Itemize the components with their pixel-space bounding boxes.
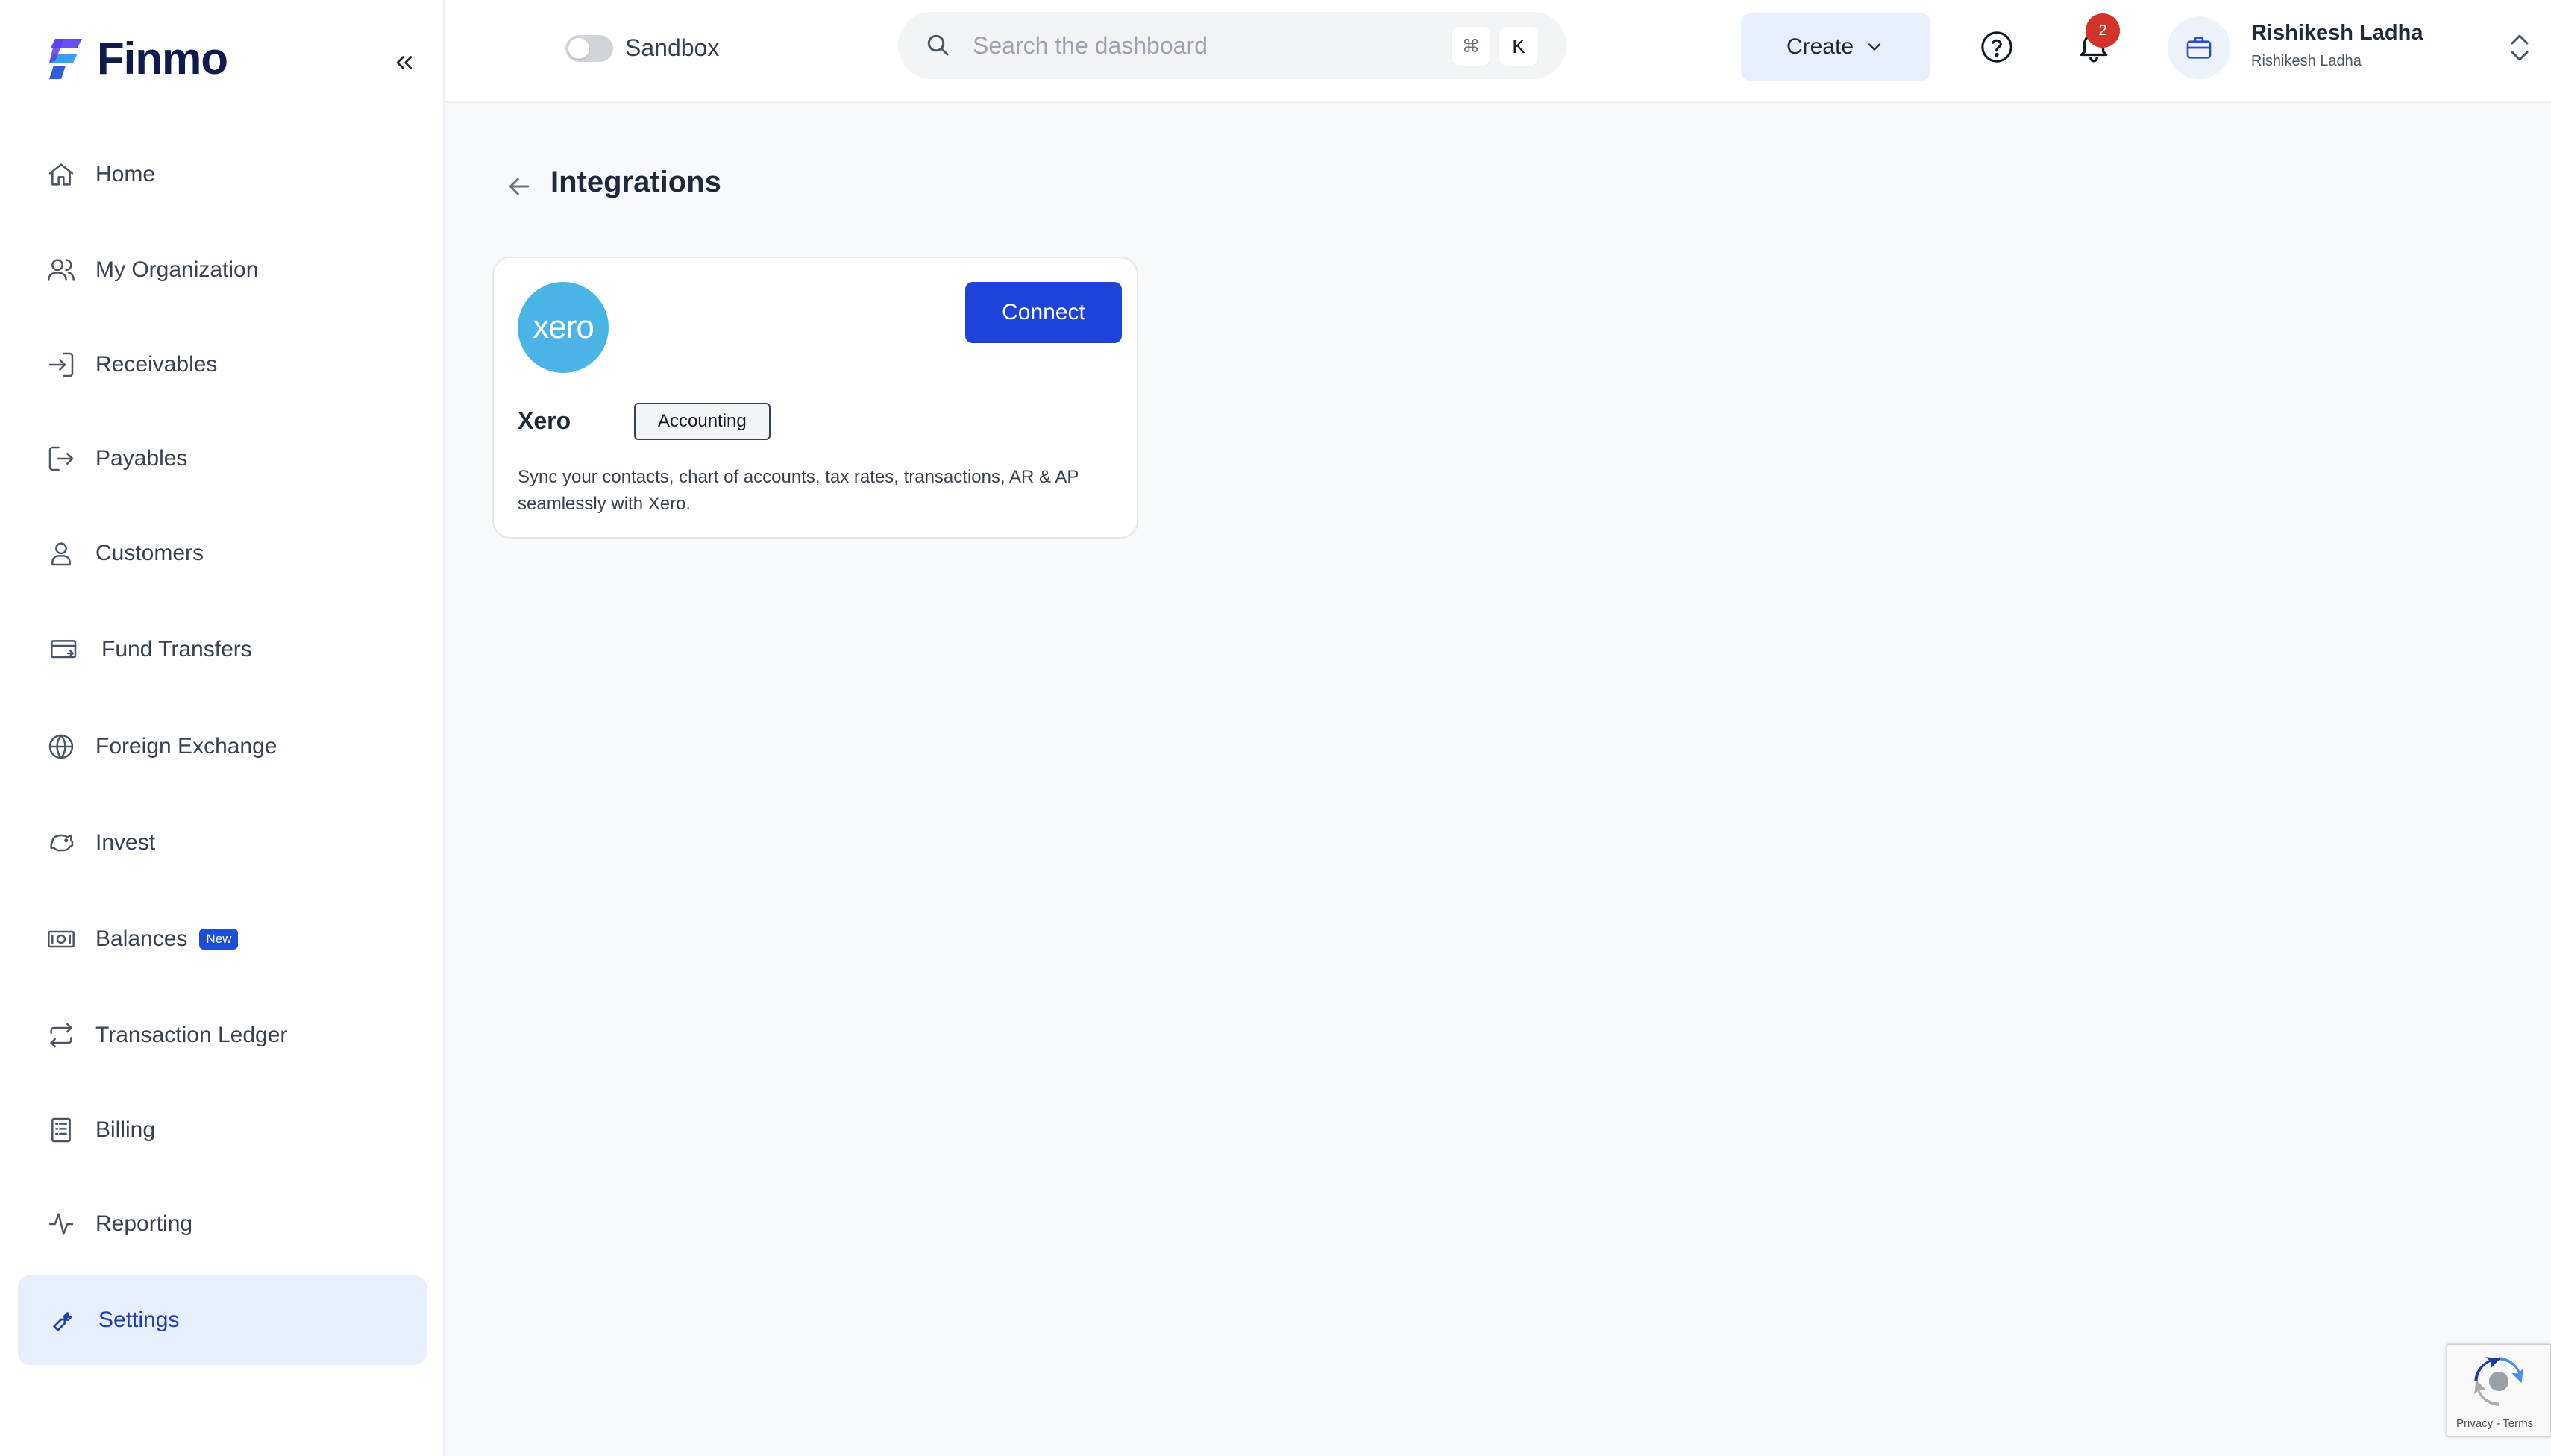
integration-card-xero: xero Connect Xero Accounting Sync your c… [492,257,1138,539]
sidebar-item-label: Home [95,162,156,186]
activity-icon [46,1209,76,1239]
sidebar-item-invest[interactable]: Invest [18,795,427,891]
brand-name: Finmo [97,34,228,84]
shortcut-k-key: K [1499,27,1538,66]
integration-name: Xero [518,407,571,434]
sidebar-item-reporting[interactable]: Reporting [18,1177,427,1271]
create-button-label: Create [1786,34,1854,59]
sidebar-item-receivables[interactable]: Receivables [18,318,427,412]
back-arrow-icon[interactable] [504,172,534,201]
sidebar-item-label: Reporting [95,1211,193,1236]
search-icon [927,34,949,56]
recaptcha-links[interactable]: Privacy - Terms [2456,1417,2533,1430]
login-icon [46,350,76,380]
sidebar-item-billing[interactable]: Billing [18,1083,427,1177]
briefcase-icon [2186,37,2212,59]
main-content: Integrations xero Connect Xero Accountin… [445,103,2551,1456]
sidebar-item-label: Customers [95,541,204,565]
notification-count-badge: 2 [2086,13,2120,48]
sidebar-item-label: Receivables [95,352,218,377]
org-name: Rishikesh Ladha [2251,53,2362,69]
integration-tag: Accounting [634,403,771,440]
new-badge: New [199,929,239,950]
sidebar-item-fund-transfers[interactable]: Fund Transfers [18,601,427,698]
card-transfer-icon [46,635,82,665]
sidebar-item-label: Settings [98,1308,180,1332]
sidebar-item-payables[interactable]: Payables [18,412,427,506]
sidebar-item-label: Fund Transfers [101,637,252,662]
search-input[interactable] [973,31,1420,60]
sidebar-item-label: Invest [95,830,156,855]
sidebar-item-home[interactable]: Home [18,127,427,222]
recaptcha-badge[interactable]: Privacy - Terms [2447,1344,2551,1437]
create-button[interactable]: Create [1741,13,1930,81]
sidebar-item-label: Billing [95,1117,156,1142]
integration-description: Sync your contacts, chart of accounts, t… [518,467,1079,514]
sidebar-item-customers[interactable]: Customers [18,506,427,601]
sidebar-item-foreign-exchange[interactable]: Foreign Exchange [18,698,427,795]
user-info[interactable]: Rishikesh Ladha Rishikesh Ladha [2251,21,2423,70]
org-avatar[interactable] [2168,16,2230,79]
help-icon[interactable] [1980,30,2014,64]
chevrons-left-icon [396,56,412,69]
globe-icon [46,732,76,762]
sidebar-item-settings[interactable]: Settings [18,1275,427,1365]
collapse-sidebar-button[interactable] [386,45,422,81]
sidebar-item-label: Payables [95,446,188,471]
xero-logo: xero [518,282,609,373]
connect-button[interactable]: Connect [965,282,1122,343]
finmo-logo-icon [49,38,82,79]
finmo-logo[interactable]: Finmo [49,33,228,84]
sidebar-item-balances[interactable]: Balances New [18,891,427,988]
sidebar: Finmo Home My Organization Receivables P… [0,0,445,1456]
cash-icon [46,924,76,954]
shortcut-cmd-key: ⌘ [1452,27,1490,66]
wrench-icon [49,1305,79,1335]
sandbox-label: Sandbox [625,34,720,61]
recaptcha-icon [2474,1357,2523,1406]
sidebar-item-label: Transaction Ledger [95,1023,288,1047]
sidebar-item-label: Balances [95,926,188,951]
chevron-down-icon [1868,43,1881,51]
users-icon [46,255,76,285]
page-title: Integrations [550,166,721,198]
logout-icon [46,444,76,474]
piggy-bank-icon [46,828,76,858]
repeat-icon [46,1020,76,1050]
top-bar: Sandbox ⌘ K Create 2 Rishikesh Ladha Ris… [445,0,2551,103]
home-icon [46,160,76,189]
user-icon [46,539,76,568]
search-bar[interactable]: ⌘ K [898,12,1566,79]
sidebar-item-transaction-ledger[interactable]: Transaction Ledger [18,988,427,1083]
chevron-up-down-icon[interactable] [2508,33,2532,63]
sidebar-nav: Home My Organization Receivables Payable… [18,127,427,1365]
sandbox-toggle[interactable] [565,34,613,62]
sidebar-item-label: My Organization [95,257,259,282]
sidebar-item-label: Foreign Exchange [95,734,277,759]
sidebar-item-my-organization[interactable]: My Organization [18,222,427,318]
user-name: Rishikesh Ladha [2251,21,2423,45]
sandbox-toggle-group: Sandbox [565,34,719,62]
receipt-icon [46,1115,76,1145]
